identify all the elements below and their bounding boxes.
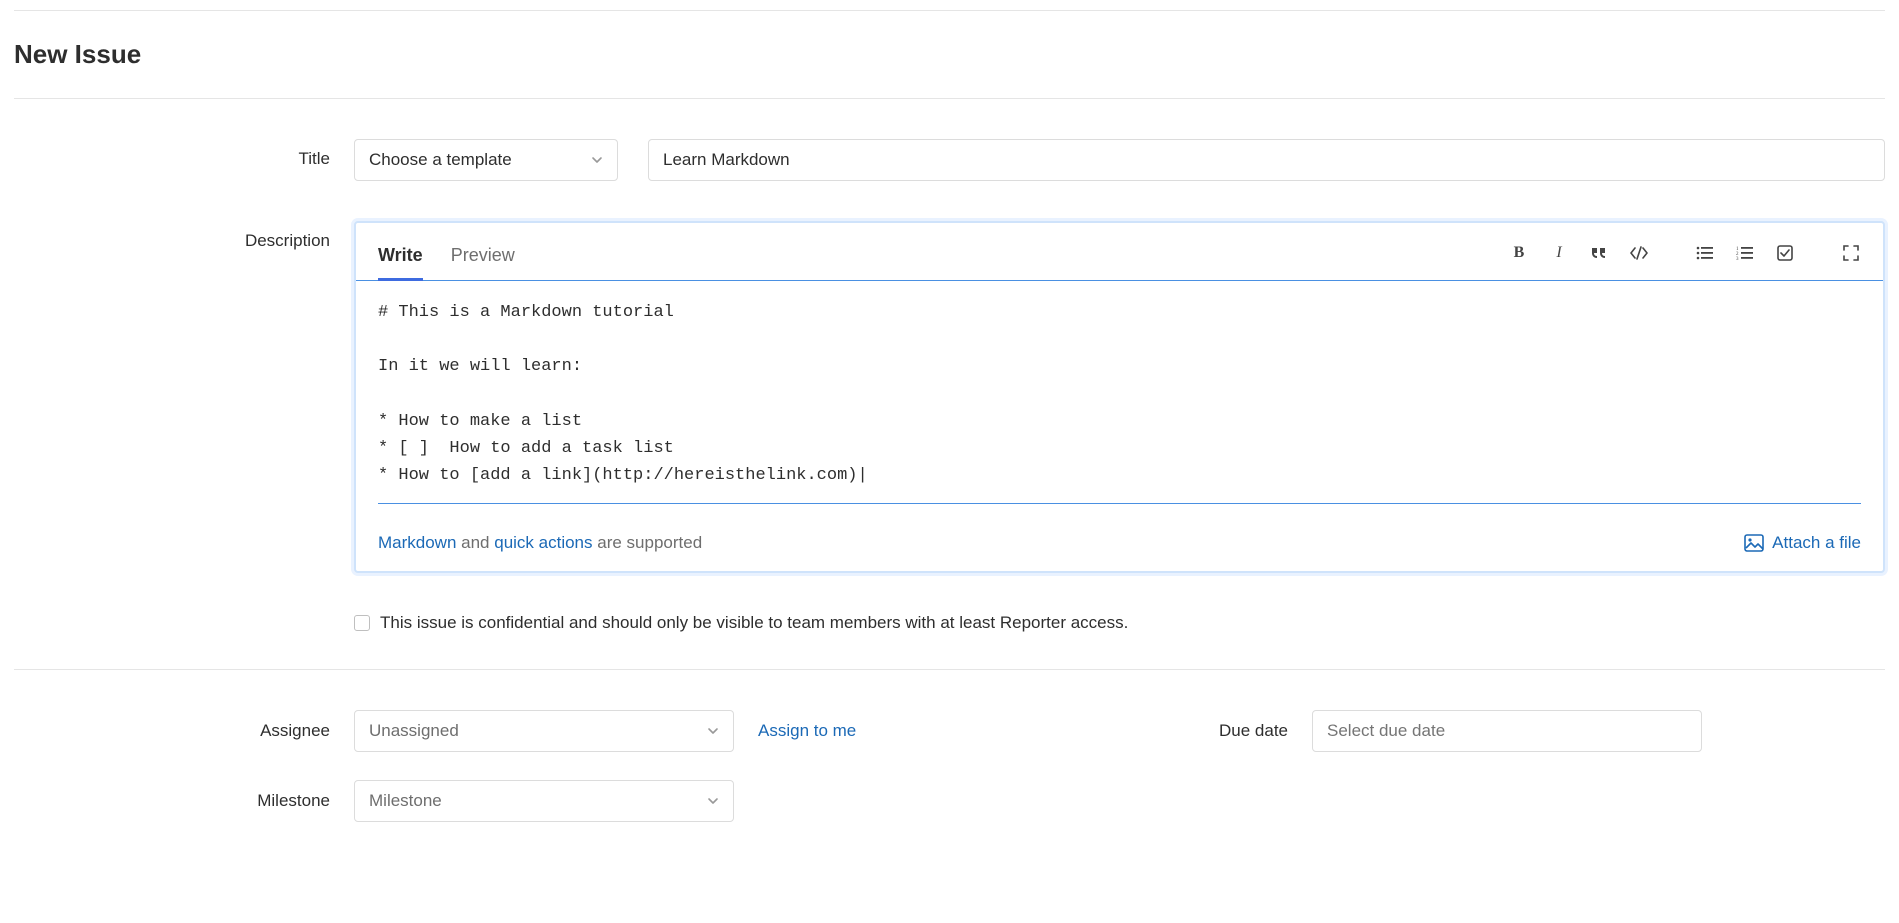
milestone-value: Milestone [369, 791, 442, 811]
description-textarea[interactable] [378, 299, 1861, 504]
bullet-list-icon[interactable] [1695, 243, 1715, 263]
title-row: Title Choose a template [14, 139, 1885, 181]
milestone-label: Milestone [14, 791, 354, 811]
milestone-row: Milestone Milestone [14, 780, 1154, 822]
assignee-select[interactable]: Unassigned [354, 710, 734, 752]
confidential-checkbox[interactable] [354, 615, 370, 631]
description-label: Description [14, 221, 354, 251]
assignee-row: Assignee Unassigned Assign to me [14, 710, 1154, 752]
assignee-value: Unassigned [369, 721, 459, 741]
mid-divider [14, 669, 1885, 670]
confidential-label: This issue is confidential and should on… [380, 613, 1128, 633]
tab-write[interactable]: Write [378, 237, 423, 281]
svg-text:3: 3 [1736, 257, 1739, 260]
quick-actions-link[interactable]: quick actions [494, 533, 592, 552]
attach-file-button[interactable]: Attach a file [1744, 533, 1861, 553]
quote-icon[interactable] [1589, 243, 1609, 263]
code-icon[interactable] [1629, 243, 1649, 263]
markdown-link[interactable]: Markdown [378, 533, 456, 552]
editor-help-text: Markdown and quick actions are supported [378, 533, 702, 553]
bold-icon[interactable]: B [1509, 243, 1529, 263]
editor-toolbar: B I 123 [1509, 243, 1861, 275]
tab-preview[interactable]: Preview [451, 237, 515, 281]
title-label: Title [14, 139, 354, 169]
page-title: New Issue [14, 39, 1885, 70]
top-divider [14, 10, 1885, 11]
due-date-row: Due date [1154, 710, 1885, 752]
attach-file-label: Attach a file [1772, 533, 1861, 553]
image-icon [1744, 534, 1764, 552]
confidential-row: This issue is confidential and should on… [354, 613, 1885, 633]
template-select[interactable]: Choose a template [354, 139, 618, 181]
due-date-label: Due date [1154, 721, 1312, 741]
template-select-label: Choose a template [369, 150, 512, 170]
milestone-select[interactable]: Milestone [354, 780, 734, 822]
due-date-input[interactable] [1312, 710, 1702, 752]
description-editor: Write Preview B I [354, 221, 1885, 573]
fullscreen-icon[interactable] [1841, 243, 1861, 263]
chevron-down-icon [591, 154, 603, 166]
italic-icon[interactable]: I [1549, 243, 1569, 263]
title-input[interactable] [648, 139, 1885, 181]
description-row: Description Write Preview B I [14, 221, 1885, 573]
chevron-down-icon [707, 795, 719, 807]
assignee-label: Assignee [14, 721, 354, 741]
chevron-down-icon [707, 725, 719, 737]
title-divider [14, 98, 1885, 99]
numbered-list-icon[interactable]: 123 [1735, 243, 1755, 263]
assign-to-me-link[interactable]: Assign to me [758, 721, 856, 741]
task-list-icon[interactable] [1775, 243, 1795, 263]
